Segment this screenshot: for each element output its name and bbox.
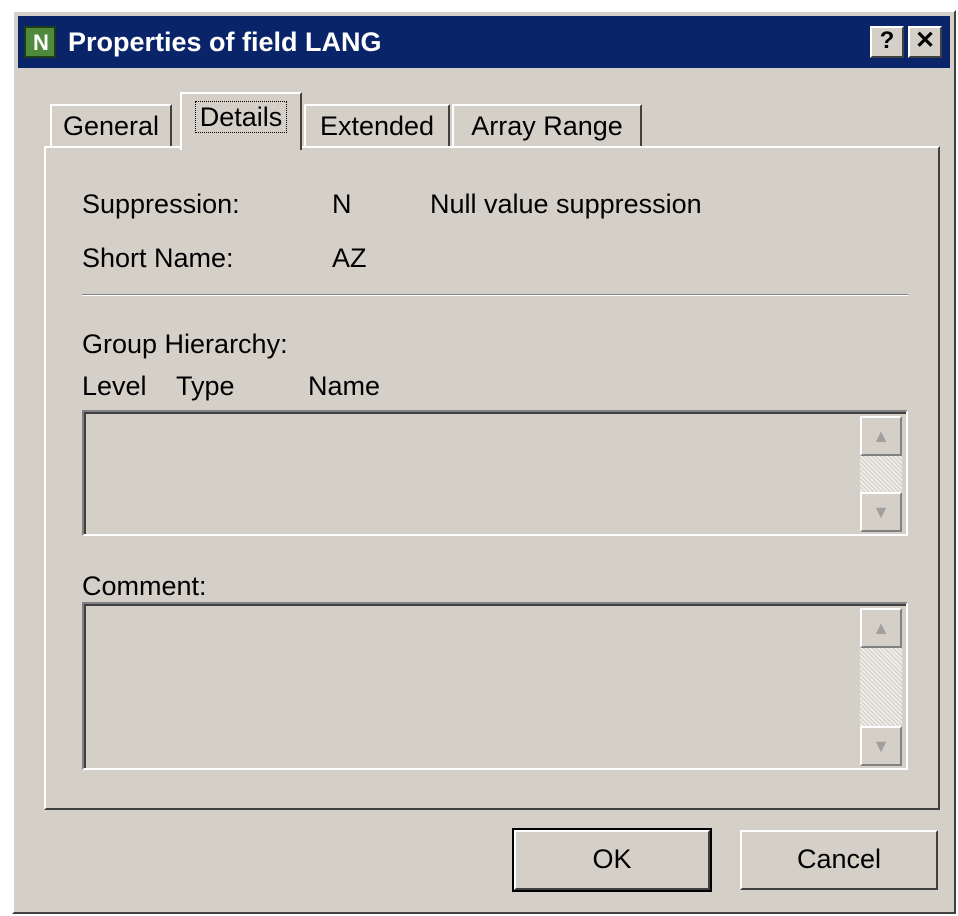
help-button[interactable]: ? (870, 26, 904, 58)
scroll-up-icon[interactable]: ▲ (860, 608, 902, 648)
cancel-button[interactable]: Cancel (740, 830, 938, 890)
tab-array-range[interactable]: Array Range (452, 104, 642, 148)
tab-details[interactable]: Details (180, 92, 302, 150)
group-hierarchy-list[interactable]: ▲ ▼ (82, 410, 908, 536)
tab-array-range-label: Array Range (471, 111, 623, 141)
tab-general[interactable]: General (50, 104, 172, 148)
tab-general-label: General (62, 111, 160, 141)
app-icon-letter: N (33, 30, 49, 55)
scrollbar-track[interactable] (860, 648, 902, 726)
comment-label: Comment: (82, 571, 207, 601)
column-header-type: Type (176, 371, 235, 401)
group-hierarchy-list-area (84, 412, 906, 534)
scroll-down-icon[interactable]: ▼ (860, 726, 902, 766)
ok-button[interactable]: OK (512, 828, 712, 892)
separator (82, 294, 908, 296)
close-button[interactable]: ✕ (908, 26, 942, 58)
title-bar[interactable]: N Properties of field LANG ? ✕ (18, 16, 950, 68)
properties-dialog: N Properties of field LANG ? ✕ General D… (12, 10, 956, 914)
group-hierarchy-label: Group Hierarchy: (82, 329, 288, 359)
comment-field[interactable]: ▲ ▼ (82, 602, 908, 770)
suppression-value: N (332, 189, 352, 219)
tab-extended[interactable]: Extended (304, 104, 450, 148)
scroll-down-icon[interactable]: ▼ (860, 492, 902, 532)
suppression-description: Null value suppression (430, 189, 702, 219)
comment-field-area (84, 604, 906, 768)
column-header-level: Level (82, 371, 147, 401)
tab-details-label: Details (194, 101, 288, 133)
short-name-value: AZ (332, 243, 367, 273)
app-icon: N (24, 26, 56, 58)
tab-extended-label: Extended (319, 111, 435, 141)
column-header-name: Name (308, 371, 381, 401)
group-hierarchy-scrollbar[interactable]: ▲ ▼ (860, 416, 904, 532)
window-title: Properties of field LANG (68, 27, 382, 57)
details-panel: Suppression: N Null value suppression Sh… (44, 146, 940, 810)
suppression-label: Suppression: (82, 189, 240, 219)
scrollbar-track[interactable] (860, 456, 902, 492)
short-name-label: Short Name: (82, 243, 234, 273)
scroll-up-icon[interactable]: ▲ (860, 416, 902, 456)
comment-scrollbar[interactable]: ▲ ▼ (860, 608, 904, 766)
